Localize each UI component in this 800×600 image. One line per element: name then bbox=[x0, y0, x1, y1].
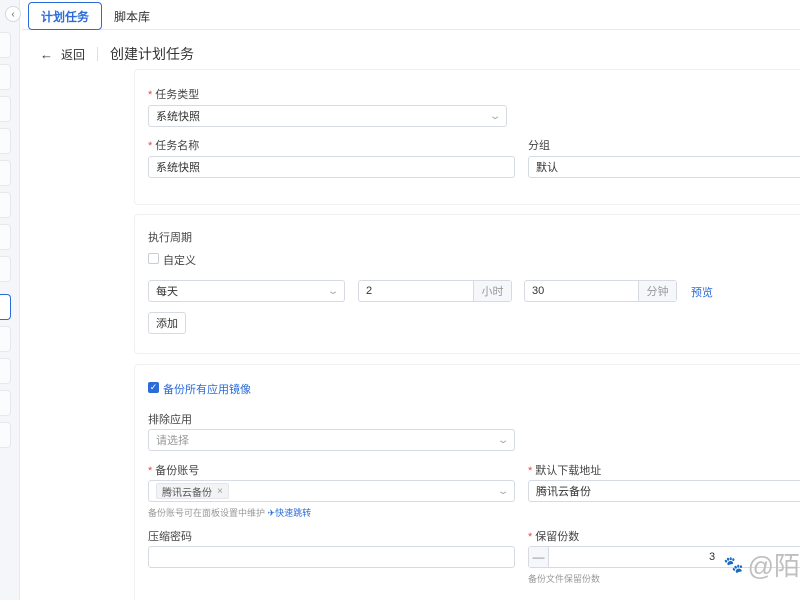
group-input[interactable]: 默认 bbox=[528, 156, 800, 178]
account-label: * 备份账号 bbox=[148, 465, 200, 477]
basic-info-card: * 任务类型 系统快照 ⌄ * 任务名称 系统快照 分组 默认 bbox=[134, 69, 800, 205]
arrow-left-icon: ← bbox=[40, 46, 53, 62]
sidebar bbox=[0, 0, 20, 600]
tab-bar: 计划任务 脚本库 bbox=[22, 0, 800, 30]
minute-unit: 分钟 bbox=[638, 281, 676, 301]
download-label: * 默认下载地址 bbox=[528, 465, 602, 477]
schedule-label: 执行周期 bbox=[148, 232, 192, 244]
exclude-select[interactable]: 请选择 ⌄ bbox=[148, 429, 515, 451]
sidebar-item[interactable] bbox=[0, 128, 11, 154]
retain-label: * 保留份数 bbox=[528, 531, 580, 543]
minute-input[interactable]: 30 分钟 bbox=[524, 280, 677, 302]
hour-input[interactable]: 2 小时 bbox=[358, 280, 512, 302]
close-icon[interactable]: × bbox=[217, 486, 223, 497]
exclude-label: 排除应用 bbox=[148, 414, 192, 426]
account-hint: 备份账号可在面板设置中维护 ✈快速跳转 bbox=[148, 508, 312, 518]
sidebar-item[interactable] bbox=[0, 64, 11, 90]
check-icon: ✓ bbox=[149, 382, 158, 392]
quick-jump-link[interactable]: ✈快速跳转 bbox=[268, 508, 312, 518]
sidebar-item[interactable] bbox=[0, 96, 11, 122]
sidebar-item[interactable] bbox=[0, 256, 11, 282]
main-content: ← 返回 创建计划任务 * 任务类型 系统快照 ⌄ * 任务名称 系统快照 分组 默认… bbox=[28, 31, 800, 600]
sidebar-item[interactable] bbox=[0, 192, 11, 218]
tab-script-library[interactable]: 脚本库 bbox=[102, 2, 162, 30]
backup-card: ✓ 备份所有应用镜像 排除应用 请选择 ⌄ * 备份账号 腾讯云备份 × ⌄ 备份账号… bbox=[134, 364, 800, 600]
retain-value: 3 bbox=[709, 551, 716, 563]
chevron-down-icon: ⌄ bbox=[326, 285, 340, 297]
group-label: 分组 bbox=[528, 140, 550, 152]
sidebar-item[interactable] bbox=[0, 32, 11, 58]
sidebar-item[interactable] bbox=[0, 390, 11, 416]
backup-all-label: 备份所有应用镜像 bbox=[163, 384, 251, 396]
download-input[interactable]: 腾讯云备份 bbox=[528, 480, 800, 502]
sidebar-item[interactable] bbox=[0, 224, 11, 250]
task-type-select[interactable]: 系统快照 ⌄ bbox=[148, 105, 507, 127]
preview-link[interactable]: 预览 bbox=[691, 284, 713, 300]
password-label: 压缩密码 bbox=[148, 531, 192, 543]
back-label: 返回 bbox=[61, 47, 86, 62]
chevron-left-icon[interactable]: ‹ bbox=[5, 6, 21, 22]
header-divider bbox=[97, 47, 99, 61]
page-title: 创建计划任务 bbox=[110, 46, 195, 62]
retain-hint: 备份文件保留份数 bbox=[528, 574, 601, 584]
sidebar-item[interactable] bbox=[0, 422, 11, 448]
password-input[interactable] bbox=[148, 546, 515, 568]
sidebar-item-active[interactable] bbox=[0, 294, 11, 320]
sidebar-item[interactable] bbox=[0, 160, 11, 186]
sidebar-item[interactable] bbox=[0, 358, 11, 384]
send-icon: ✈ bbox=[267, 508, 276, 518]
account-select[interactable]: 腾讯云备份 × ⌄ bbox=[148, 480, 515, 502]
custom-label: 自定义 bbox=[163, 255, 196, 267]
back-button[interactable]: ← 返回 bbox=[40, 46, 85, 63]
chevron-down-icon: ⌄ bbox=[496, 434, 510, 446]
account-tag: 腾讯云备份 × bbox=[156, 483, 229, 499]
paw-icon: 🐾 bbox=[723, 556, 744, 574]
chevron-down-icon: ⌄ bbox=[496, 485, 510, 497]
period-select[interactable]: 每天 ⌄ bbox=[148, 280, 345, 302]
add-button[interactable]: 添加 bbox=[148, 312, 186, 334]
app-root: { "sidebar": {"collapse_icon": "chevron-… bbox=[0, 0, 800, 600]
sidebar-item[interactable] bbox=[0, 326, 11, 352]
task-name-input[interactable]: 系统快照 bbox=[148, 156, 515, 178]
tab-scheduled-tasks[interactable]: 计划任务 bbox=[28, 2, 103, 30]
task-name-label: * 任务名称 bbox=[148, 140, 200, 152]
custom-checkbox[interactable] bbox=[148, 253, 159, 264]
task-type-label: * 任务类型 bbox=[148, 89, 200, 101]
schedule-card: 执行周期 自定义 每天 ⌄ 2 小时 30 分钟 预览 添加 bbox=[134, 214, 800, 354]
minus-button[interactable]: — bbox=[529, 547, 549, 567]
hour-unit: 小时 bbox=[473, 281, 511, 301]
chevron-down-icon: ⌄ bbox=[488, 110, 502, 122]
backup-all-checkbox[interactable]: ✓ bbox=[148, 382, 159, 393]
watermark: 🐾 @陌 bbox=[723, 551, 800, 581]
